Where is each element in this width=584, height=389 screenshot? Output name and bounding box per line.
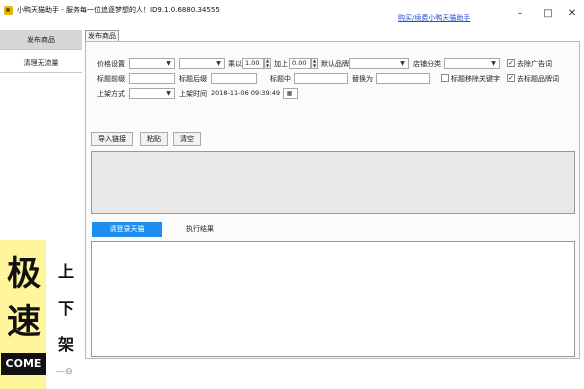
- chevron-down-icon: ▼: [491, 60, 496, 67]
- links-textarea[interactable]: [91, 151, 575, 214]
- result-panel[interactable]: [91, 241, 575, 357]
- import-links-button[interactable]: 导入链接: [91, 132, 133, 146]
- title-bar: 小鸭天猫助手 - 服务每一位追逐梦想的人！ID9.1.0.6880.34555 …: [0, 0, 584, 26]
- chevron-down-icon: ▼: [216, 60, 221, 67]
- title-prefix-label: 标题前缀: [97, 75, 125, 83]
- title-remove-keyword-label: 标题移除关键字: [451, 75, 500, 83]
- add-input[interactable]: 0.00: [289, 58, 311, 69]
- add-label: 加上: [274, 60, 288, 68]
- release-panel: 价格设置 ▼ ▼ 乘以 1.00 ▲ ▼ 加上 0.00 ▲ ▼ 默认品牌 ▼ 店铺…: [85, 41, 580, 359]
- title-suffix-label: 标题后缀: [179, 75, 207, 83]
- multiply-input[interactable]: 1.00: [242, 58, 264, 69]
- default-brand-select[interactable]: ▼: [349, 58, 409, 69]
- promo-text-shang: 上: [57, 262, 74, 281]
- title-remove-keyword-checkbox[interactable]: [441, 74, 449, 82]
- title-middle-label: 标题中: [270, 75, 291, 83]
- price-setting-select-1[interactable]: ▼: [129, 58, 175, 69]
- promo-text-su: 速: [7, 302, 41, 342]
- title-suffix-input[interactable]: [211, 73, 257, 84]
- listing-time-value[interactable]: 2018-11-06 09:39:49: [211, 89, 280, 97]
- sidebar-item-release-goods[interactable]: 发布商品: [0, 30, 82, 50]
- multiply-spinner[interactable]: ▲ ▼: [264, 58, 271, 69]
- calendar-icon: ▦: [286, 90, 293, 97]
- chevron-down-icon: ▼: [166, 90, 171, 97]
- window-title: 小鸭天猫助手 - 服务每一位追逐梦想的人！ID9.1.0.6880.34555: [17, 6, 220, 14]
- promo-arrow-icon: —⊖: [56, 367, 73, 377]
- tab-login-tmall[interactable]: 请登录天猫: [92, 222, 162, 237]
- add-spinner[interactable]: ▲ ▼: [311, 58, 318, 69]
- chevron-down-icon: ▼: [400, 60, 405, 67]
- checkmark-icon: ✓: [508, 74, 514, 82]
- store-category-select[interactable]: ▼: [444, 58, 500, 69]
- listing-method-label: 上架方式: [97, 90, 125, 98]
- chevron-down-icon: ▼: [166, 60, 171, 67]
- listing-method-select[interactable]: ▼: [129, 88, 175, 99]
- remove-ad-checkbox[interactable]: ✓: [507, 59, 515, 67]
- buy-renew-link[interactable]: 购买/续费小鸭天猫助手: [398, 13, 470, 23]
- duck-logo-icon: [4, 6, 13, 15]
- promo-text-come: COME: [1, 353, 46, 375]
- promo-text-jia: 架: [57, 335, 74, 354]
- remove-ad-label: 去除广告词: [517, 60, 552, 68]
- paste-button[interactable]: 粘贴: [140, 132, 168, 146]
- replace-with-input[interactable]: [376, 73, 430, 84]
- remove-brand-word-checkbox[interactable]: ✓: [507, 74, 515, 82]
- default-brand-label: 默认品牌: [321, 60, 349, 68]
- multiply-label: 乘以: [228, 60, 242, 68]
- bottom-tabs: 请登录天猫 执行结果: [92, 222, 576, 237]
- price-setting-label: 价格设置: [97, 60, 125, 68]
- clear-button[interactable]: 清空: [173, 132, 201, 146]
- close-button[interactable]: ✕: [564, 7, 580, 21]
- store-category-label: 店铺分类: [413, 60, 441, 68]
- price-setting-select-2[interactable]: ▼: [179, 58, 225, 69]
- promo-banner[interactable]: 极 速 COME 上 下 架 —⊖: [0, 240, 82, 389]
- tab-execution-result[interactable]: 执行结果: [186, 222, 214, 237]
- main-area: 发布商品 价格设置 ▼ ▼ 乘以 1.00 ▲ ▼ 加上 0.00 ▲ ▼ 默认品牌…: [85, 30, 580, 359]
- replace-with-label: 替换为: [352, 75, 373, 83]
- promo-text-xia: 下: [57, 299, 74, 318]
- sidebar-item-clean-no-traffic[interactable]: 清理无流量: [0, 53, 82, 73]
- listing-time-picker[interactable]: ▦: [283, 88, 298, 99]
- sidebar: 发布商品 清理无流量 极 速 COME 上 下 架 —⊖: [0, 30, 84, 389]
- listing-time-label: 上架时间: [179, 90, 207, 98]
- checkmark-icon: ✓: [508, 59, 514, 67]
- promo-text-ji: 极: [7, 254, 41, 294]
- title-middle-input[interactable]: [294, 73, 348, 84]
- maximize-button[interactable]: □: [540, 7, 556, 21]
- remove-brand-word-label: 去标题品牌词: [517, 75, 559, 83]
- title-prefix-input[interactable]: [129, 73, 175, 84]
- minimize-button[interactable]: –: [512, 7, 528, 21]
